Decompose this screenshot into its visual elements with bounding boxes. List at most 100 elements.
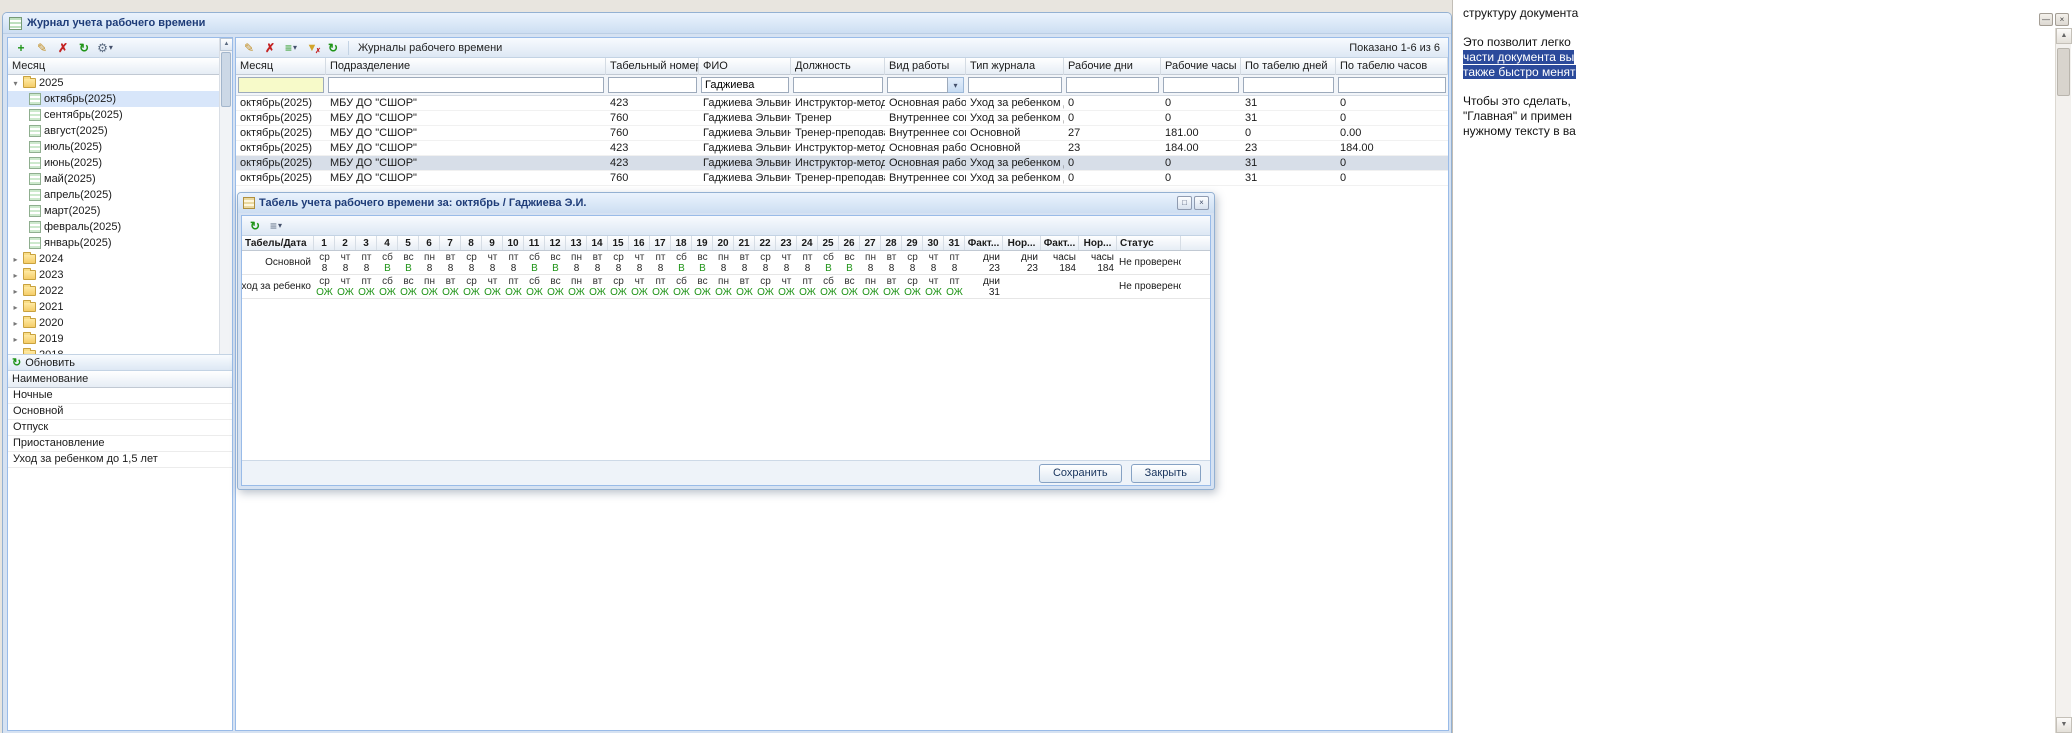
tree-item-month[interactable]: сентябрь(2025) bbox=[8, 107, 232, 123]
tree-item-month[interactable]: июль(2025) bbox=[8, 139, 232, 155]
export-button[interactable]: ≡ ▾ bbox=[266, 217, 286, 235]
refresh-button[interactable]: ↻ bbox=[323, 39, 343, 57]
scrollbar-thumb[interactable] bbox=[221, 52, 231, 107]
grid-row[interactable]: октябрь(2025) МБУ ДО "СШОР" 423 Гаджиева Эл… bbox=[236, 96, 1448, 111]
restore-button[interactable]: □ bbox=[1177, 196, 1192, 210]
tree-item-month[interactable]: апрель(2025) bbox=[8, 187, 232, 203]
filter-input[interactable] bbox=[887, 77, 948, 93]
caret-right-icon[interactable]: ▸ bbox=[11, 255, 20, 264]
minimize-button[interactable]: — bbox=[2039, 13, 2053, 26]
caret-right-icon[interactable]: ▸ bbox=[11, 319, 20, 328]
delete-button[interactable]: ✗ bbox=[53, 39, 73, 57]
edit-button[interactable]: ✎ bbox=[32, 39, 52, 57]
day-value: В bbox=[384, 262, 391, 274]
column-header[interactable]: По табелю часов bbox=[1336, 58, 1448, 75]
scroll-up-icon[interactable]: ▲ bbox=[2056, 28, 2072, 44]
combo-dropdown-button[interactable]: ▾ bbox=[948, 77, 964, 93]
menu-button[interactable]: ⚙ ▾ bbox=[95, 39, 115, 57]
list-item[interactable]: Уход за ребенком до 1,5 лет bbox=[8, 452, 232, 468]
list-item[interactable]: Отпуск bbox=[8, 420, 232, 436]
list-item[interactable]: Приостановление bbox=[8, 436, 232, 452]
add-button[interactable]: + bbox=[11, 39, 31, 57]
refresh-bar-button[interactable]: ↻ Обновить bbox=[8, 354, 232, 371]
column-header[interactable]: Должность bbox=[791, 58, 885, 75]
column-header[interactable]: ФИО bbox=[699, 58, 791, 75]
tree-item-month[interactable]: июнь(2025) bbox=[8, 155, 232, 171]
filter-input[interactable] bbox=[793, 77, 883, 93]
tree-item-month[interactable]: октябрь(2025) bbox=[8, 91, 232, 107]
filter-input[interactable] bbox=[1066, 77, 1159, 93]
tree-item-month[interactable]: май(2025) bbox=[8, 171, 232, 187]
column-header[interactable]: Вид работы bbox=[885, 58, 966, 75]
scrollbar-thumb[interactable] bbox=[2057, 48, 2070, 96]
day-number-header: 28 bbox=[881, 236, 902, 250]
close-dialog-button[interactable]: Закрыть bbox=[1130, 463, 1201, 483]
filter-input[interactable] bbox=[1338, 77, 1446, 93]
day-of-week: пт bbox=[655, 251, 666, 263]
filter-row: ▾ bbox=[236, 75, 1448, 96]
day-number-header: 25 bbox=[818, 236, 839, 250]
column-header[interactable]: Тип журнала bbox=[966, 58, 1064, 75]
filter-input-fio[interactable] bbox=[701, 77, 789, 93]
column-header[interactable]: Табельный номер bbox=[606, 58, 699, 75]
tree-item-month[interactable]: февраль(2025) bbox=[8, 219, 232, 235]
day-value: 8 bbox=[489, 262, 496, 274]
column-header[interactable]: По табелю дней bbox=[1241, 58, 1336, 75]
column-header[interactable]: Месяц bbox=[236, 58, 326, 75]
tree-item-month[interactable]: август(2025) bbox=[8, 123, 232, 139]
close-button[interactable]: × bbox=[1194, 196, 1209, 210]
day-number-header: 31 bbox=[944, 236, 965, 250]
delete-button[interactable]: ✗ bbox=[260, 39, 280, 57]
tree-item-year[interactable]: ▸ 2020 bbox=[8, 315, 232, 331]
grid-row[interactable]: октябрь(2025) МБУ ДО "СШОР" 760 Гаджиева Эл… bbox=[236, 126, 1448, 141]
edit-button[interactable]: ✎ bbox=[239, 39, 259, 57]
filter-input[interactable] bbox=[968, 77, 1062, 93]
list-item[interactable]: Ночные bbox=[8, 388, 232, 404]
grid-row[interactable]: октябрь(2025) МБУ ДО "СШОР" 760 Гаджиева Эл… bbox=[236, 171, 1448, 186]
actions-menu-button[interactable]: ≡ ▾ bbox=[281, 39, 301, 57]
measure-cell bbox=[1003, 275, 1041, 298]
column-header[interactable]: Рабочие дни bbox=[1064, 58, 1161, 75]
tree-item-year[interactable]: ▸ 2024 bbox=[8, 251, 232, 267]
name-column-header[interactable]: Наименование bbox=[8, 371, 232, 388]
clear-filter-button[interactable]: ▼ ✗ bbox=[302, 39, 322, 57]
tree-item-year[interactable]: ▸ 2022 bbox=[8, 283, 232, 299]
tree-item-year[interactable]: ▸ 2023 bbox=[8, 267, 232, 283]
tree-item-year[interactable]: ▸ 2019 bbox=[8, 331, 232, 347]
tree-item-year[interactable]: ▾ 2025 bbox=[8, 75, 232, 91]
filter-input[interactable] bbox=[608, 77, 697, 93]
timesheet-row[interactable]: Уход за ребенко ср ОЖ чт ОЖ пт ОЖ сб ОЖ вс ОЖ пн ОЖ в… bbox=[242, 275, 1210, 299]
save-button[interactable]: Сохранить bbox=[1038, 463, 1122, 483]
tree-item-year[interactable]: ▸ 2021 bbox=[8, 299, 232, 315]
scroll-up-icon[interactable]: ▲ bbox=[220, 38, 232, 51]
day-cell: сб В bbox=[524, 251, 545, 274]
filter-input-month[interactable] bbox=[238, 77, 324, 93]
filter-input[interactable] bbox=[1163, 77, 1239, 93]
close-button[interactable]: × bbox=[2055, 13, 2069, 26]
grid-row[interactable]: октябрь(2025) МБУ ДО "СШОР" 760 Гаджиева Эл… bbox=[236, 111, 1448, 126]
caret-right-icon[interactable]: ▸ bbox=[11, 287, 20, 296]
caret-down-icon[interactable]: ▾ bbox=[11, 79, 20, 88]
caret-right-icon[interactable]: ▸ bbox=[11, 303, 20, 312]
scroll-down-icon[interactable]: ▼ bbox=[2056, 717, 2072, 733]
column-header[interactable]: Подразделение bbox=[326, 58, 606, 75]
grid-cell: 0 bbox=[1340, 172, 1347, 184]
tree-item-year[interactable]: ▸2018 bbox=[8, 347, 232, 354]
filter-input[interactable] bbox=[1243, 77, 1334, 93]
month-column-header[interactable]: Месяц bbox=[8, 58, 232, 75]
timesheet-row[interactable]: Основной ср 8 чт 8 пт 8 сб Ввс Впн 8 вт 8 ср 8 чт 8 пт 8 сб… bbox=[242, 251, 1210, 275]
journal-leaf-icon bbox=[29, 109, 41, 121]
column-header[interactable]: Рабочие часы bbox=[1161, 58, 1241, 75]
grid-row[interactable]: октябрь(2025) МБУ ДО "СШОР" 423 Гаджиева Эл… bbox=[236, 156, 1448, 171]
refresh-button[interactable]: ↻ bbox=[74, 39, 94, 57]
grid-cell: Тренер bbox=[795, 112, 832, 124]
caret-right-icon[interactable]: ▸ bbox=[11, 335, 20, 344]
caret-right-icon[interactable]: ▸ bbox=[11, 271, 20, 280]
tree-item-month[interactable]: январь(2025) bbox=[8, 235, 232, 251]
tree-item-month[interactable]: март(2025) bbox=[8, 203, 232, 219]
list-item[interactable]: Основной bbox=[8, 404, 232, 420]
refresh-button[interactable]: ↻ bbox=[245, 217, 265, 235]
filter-input[interactable] bbox=[328, 77, 604, 93]
filter-cell bbox=[1336, 77, 1448, 93]
grid-row[interactable]: октябрь(2025) МБУ ДО "СШОР" 423 Гаджиева Эл… bbox=[236, 141, 1448, 156]
